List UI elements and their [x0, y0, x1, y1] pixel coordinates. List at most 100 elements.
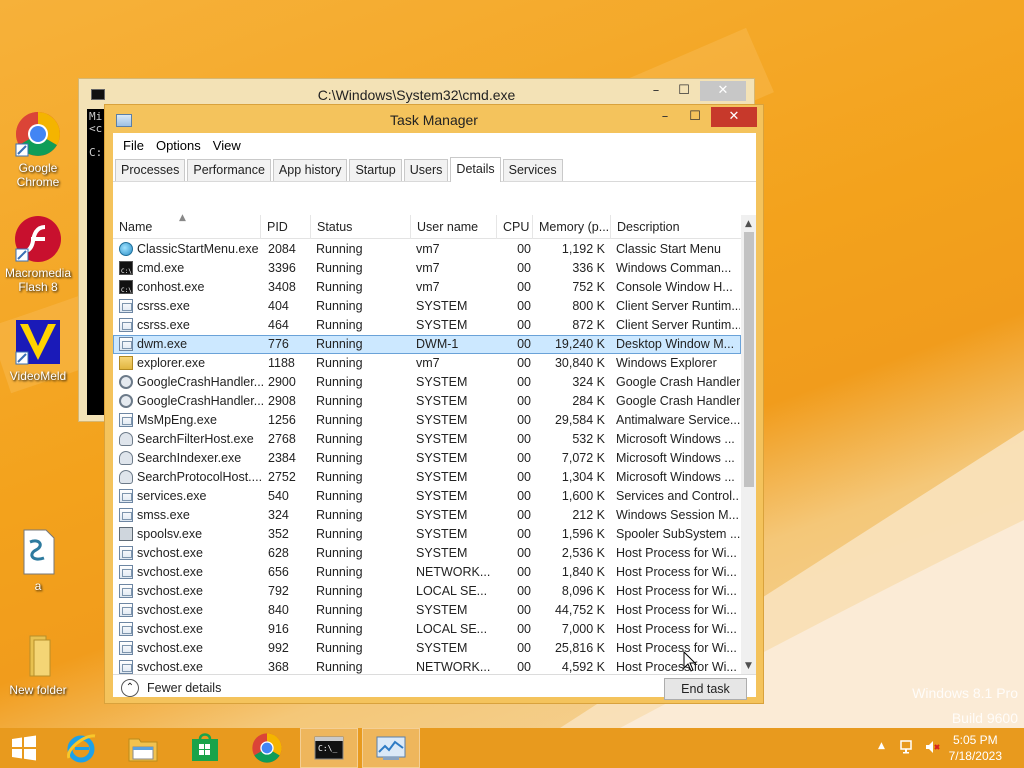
process-gen-icon	[119, 584, 133, 598]
menu-options[interactable]: Options	[150, 138, 207, 153]
desktop-icon-videomeld[interactable]: VideoMeld	[0, 318, 76, 383]
taskbar-file-explorer[interactable]	[114, 728, 172, 768]
minimize-icon[interactable]: –	[651, 107, 679, 127]
end-task-button[interactable]: End task	[664, 678, 747, 700]
show-hidden-icons-icon[interactable]: ▲	[878, 741, 885, 751]
table-row[interactable]: spoolsv.exe 352 Running SYSTEM 00 1,596 K Spoo…	[113, 525, 741, 544]
tab-users[interactable]: Users	[403, 159, 449, 181]
taskbar-chrome[interactable]	[238, 728, 296, 768]
table-row[interactable]: csrss.exe 404 Running SYSTEM 00 800 K Client S…	[113, 297, 741, 316]
process-pid: 2084	[268, 242, 296, 256]
process-description: Antimalware Service...	[616, 413, 740, 427]
clock[interactable]: 5:05 PM 7/18/2023	[949, 732, 1002, 764]
maximize-icon[interactable]: ☐	[670, 81, 698, 101]
scroll-down-icon[interactable]: ▼	[741, 659, 756, 674]
file-explorer-icon	[128, 738, 158, 762]
table-row[interactable]: svchost.exe 628 Running SYSTEM 00 2,536 K Host…	[113, 544, 741, 563]
menu-file[interactable]: File	[117, 138, 150, 153]
menu-view[interactable]: View	[207, 138, 247, 153]
table-row[interactable]: svchost.exe 840 Running SYSTEM 00 44,752 K Hos…	[113, 601, 741, 620]
table-row[interactable]: smss.exe 324 Running SYSTEM 00 212 K Windows S…	[113, 506, 741, 525]
table-row[interactable]: svchost.exe 368 Running NETWORK... 00 4,592 K…	[113, 658, 741, 674]
tab-performance[interactable]: Performance	[187, 159, 271, 181]
table-row[interactable]: conhost.exe 3408 Running vm7 00 752 K Console …	[113, 278, 741, 297]
start-button[interactable]	[0, 728, 48, 768]
desktop-icon-label: a	[34, 579, 42, 593]
table-row[interactable]: cmd.exe 3396 Running vm7 00 336 K Windows Comm…	[113, 259, 741, 278]
vertical-scrollbar[interactable]: ▲ ▼	[741, 215, 756, 674]
column-header-name[interactable]: Name	[113, 215, 261, 239]
tab-app-history[interactable]: App history	[272, 159, 348, 181]
tab-startup[interactable]: Startup	[349, 159, 402, 181]
table-row[interactable]: SearchFilterHost.exe 2768 Running SYSTEM 00 5…	[113, 430, 741, 449]
fewer-details-button[interactable]: ⌃ Fewer details	[121, 679, 221, 697]
process-user: SYSTEM	[416, 489, 468, 503]
process-description: Console Window H...	[616, 280, 733, 294]
column-header-description[interactable]: Description	[611, 215, 741, 239]
process-memory: 1,600 K	[561, 489, 605, 503]
process-cpu: 00	[517, 565, 531, 579]
table-row[interactable]: SearchIndexer.exe 2384 Running SYSTEM 00 7,07…	[113, 449, 741, 468]
taskbar-task-manager[interactable]	[362, 728, 420, 768]
process-memory: 2,536 K	[561, 546, 605, 560]
table-row[interactable]: explorer.exe 1188 Running vm7 00 30,840 K Wind…	[113, 354, 741, 373]
process-memory: 284 K	[572, 394, 605, 408]
process-pid: 3396	[268, 261, 296, 275]
process-memory: 44,752 K	[554, 603, 605, 617]
process-user: vm7	[416, 356, 440, 370]
process-pid: 1256	[268, 413, 296, 427]
taskbar-store[interactable]	[176, 728, 234, 768]
process-gen-icon	[119, 603, 133, 617]
table-row[interactable]: MsMpEng.exe 1256 Running SYSTEM 00 29,584 K An…	[113, 411, 741, 430]
column-header-pid[interactable]: PID	[261, 215, 311, 239]
table-row[interactable]: svchost.exe 916 Running LOCAL SE... 00 7,000 …	[113, 620, 741, 639]
scroll-up-icon[interactable]: ▲	[741, 217, 756, 232]
flash-icon	[14, 215, 62, 263]
column-header-cpu[interactable]: CPU	[497, 215, 533, 239]
desktop-icon-flash[interactable]: Macromedia Flash 8	[0, 215, 76, 294]
task-manager-window[interactable]: Task Manager – ☐ ✕ File Options View Pro…	[104, 104, 764, 704]
table-row[interactable]: ClassicStartMenu.exe 2084 Running vm7 00 1,19…	[113, 240, 741, 259]
column-header-memory[interactable]: Memory (p...	[533, 215, 611, 239]
minimize-icon[interactable]: –	[642, 81, 670, 101]
videomeld-icon	[14, 318, 62, 366]
process-memory: 1,596 K	[561, 527, 605, 541]
process-gen-icon	[119, 660, 133, 674]
tab-details[interactable]: Details	[450, 157, 501, 182]
desktop-icon-chrome[interactable]: Google Chrome	[0, 110, 76, 189]
process-gen-icon	[119, 318, 133, 332]
table-row[interactable]: GoogleCrashHandler... 2908 Running SYSTEM 00…	[113, 392, 741, 411]
table-row[interactable]: svchost.exe 656 Running NETWORK... 00 1,840 K…	[113, 563, 741, 582]
tab-services[interactable]: Services	[502, 159, 563, 181]
cmd-icon: C:\_	[314, 736, 344, 760]
table-row[interactable]: services.exe 540 Running SYSTEM 00 1,600 K Ser…	[113, 487, 741, 506]
scrollbar-thumb[interactable]	[744, 232, 754, 487]
tab-processes[interactable]: Processes	[115, 159, 186, 181]
close-icon[interactable]: ✕	[711, 107, 757, 127]
table-row[interactable]: svchost.exe 992 Running SYSTEM 00 25,816 K Hos…	[113, 639, 741, 658]
taskbar-internet-explorer[interactable]	[52, 728, 110, 768]
table-row[interactable]: SearchProtocolHost.... 2752 Running SYSTEM 0…	[113, 468, 741, 487]
table-row[interactable]: GoogleCrashHandler... 2900 Running SYSTEM 00…	[113, 373, 741, 392]
process-printer-icon	[119, 527, 133, 541]
process-cpu: 00	[517, 451, 531, 465]
process-name: GoogleCrashHandler...	[137, 375, 265, 389]
process-person-icon	[119, 432, 133, 446]
task-manager-titlebar[interactable]: Task Manager – ☐ ✕	[105, 105, 763, 133]
table-row[interactable]: csrss.exe 464 Running SYSTEM 00 872 K Client S…	[113, 316, 741, 335]
table-row[interactable]: svchost.exe 792 Running LOCAL SE... 00 8,096 …	[113, 582, 741, 601]
volume-muted-icon[interactable]	[924, 739, 940, 755]
column-header-user[interactable]: User name	[411, 215, 497, 239]
process-status: Running	[316, 280, 363, 294]
close-icon[interactable]: ✕	[700, 81, 746, 101]
maximize-icon[interactable]: ☐	[681, 107, 709, 127]
desktop-icon-a[interactable]: a	[0, 528, 76, 593]
process-name: svchost.exe	[137, 603, 204, 617]
column-header-status[interactable]: Status	[311, 215, 411, 239]
taskbar-cmd[interactable]: C:\_	[300, 728, 358, 768]
table-header: ▲ Name PID Status User name CPU Memory (…	[113, 213, 741, 239]
desktop-icon-new-folder[interactable]: New folder	[0, 632, 76, 697]
network-icon[interactable]	[900, 739, 916, 755]
table-row[interactable]: dwm.exe 776 Running DWM-1 00 19,240 K Desktop …	[113, 335, 741, 354]
process-status: Running	[316, 508, 363, 522]
